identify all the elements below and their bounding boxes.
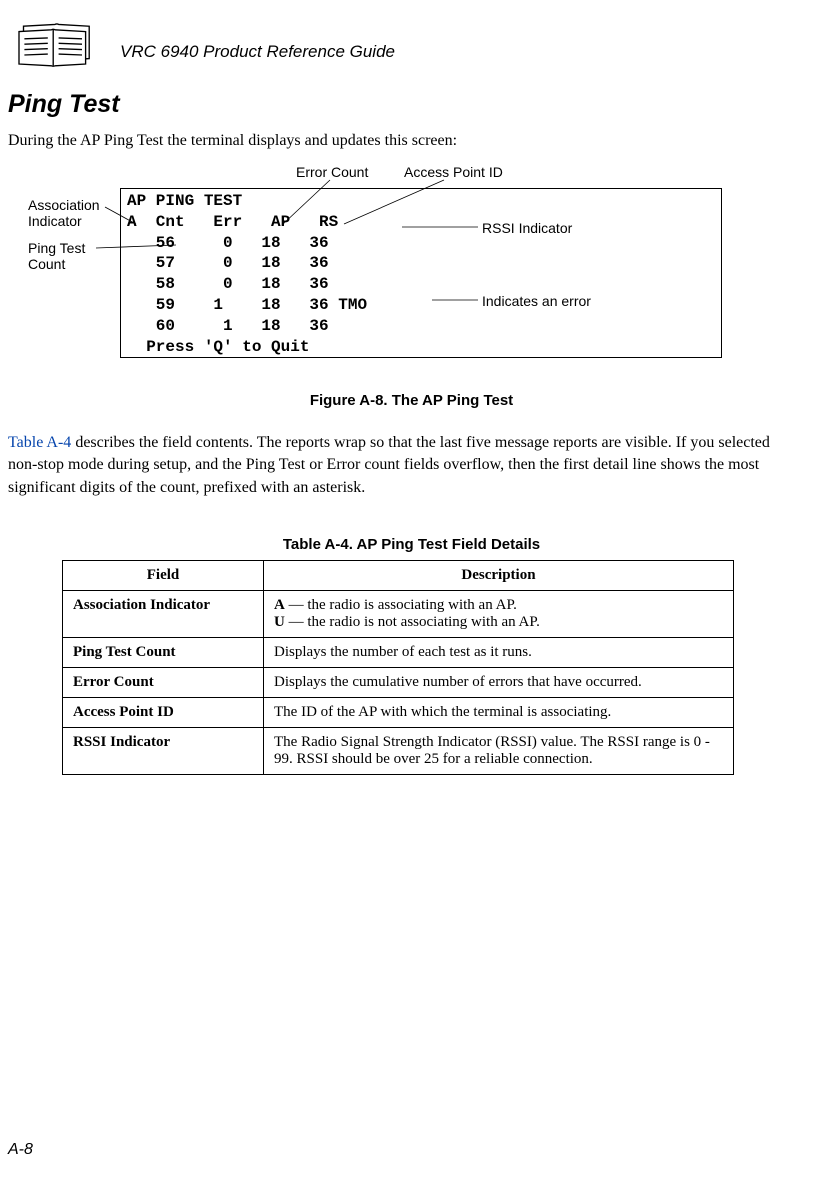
terminal-row: 56 0 18 36 [127,234,329,252]
desc-line: U — the radio is not associating with an… [274,614,723,631]
terminal-row: 59 1 18 36 TMO [127,296,367,314]
field-details-table: Field Description Association Indicator … [62,560,734,775]
figure-caption: Figure A-8. The AP Ping Test [0,392,823,409]
body-paragraph: Table A-4 describes the field contents. … [8,432,803,499]
terminal-row: 60 1 18 36 [127,317,329,335]
terminal-screen: AP PING TEST A Cnt Err AP RS 56 0 18 36 … [120,188,722,358]
terminal-title: AP PING TEST [127,192,242,210]
table-row: Ping Test Count Displays the number of e… [63,638,734,668]
table-header-field: Field [63,561,264,591]
table-cell-field: Error Count [63,668,264,698]
table-cell-field: RSSI Indicator [63,728,264,775]
page: VRC 6940 Product Reference Guide Ping Te… [0,0,823,1177]
table-cell-field: Association Indicator [63,591,264,638]
table-cell-desc: The Radio Signal Strength Indicator (RSS… [264,728,734,775]
page-number: A-8 [8,1141,33,1159]
table-header-row: Field Description [63,561,734,591]
table-caption: Table A-4. AP Ping Test Field Details [0,536,823,553]
table-row: Error Count Displays the cumulative numb… [63,668,734,698]
terminal-footer: Press 'Q' to Quit [127,338,309,356]
table-row: Association Indicator A — the radio is a… [63,591,734,638]
table-row: RSSI Indicator The Radio Signal Strength… [63,728,734,775]
desc-line: A — the radio is associating with an AP. [274,597,723,614]
table-reference-link[interactable]: Table A-4 [8,434,71,451]
table-cell-desc: Displays the number of each test as it r… [264,638,734,668]
table-header-desc: Description [264,561,734,591]
terminal-row: 58 0 18 36 [127,275,329,293]
terminal-header-row: A Cnt Err AP RS [127,213,338,231]
terminal-text: AP PING TEST A Cnt Err AP RS 56 0 18 36 … [121,189,721,357]
terminal-row: 57 0 18 36 [127,254,329,272]
table-cell-desc: The ID of the AP with which the terminal… [264,698,734,728]
body-rest: describes the field contents. The report… [8,434,770,496]
table-cell-desc: Displays the cumulative number of errors… [264,668,734,698]
table-cell-field: Ping Test Count [63,638,264,668]
table-row: Access Point ID The ID of the AP with wh… [63,698,734,728]
table-cell-desc: A — the radio is associating with an AP.… [264,591,734,638]
table-cell-field: Access Point ID [63,698,264,728]
